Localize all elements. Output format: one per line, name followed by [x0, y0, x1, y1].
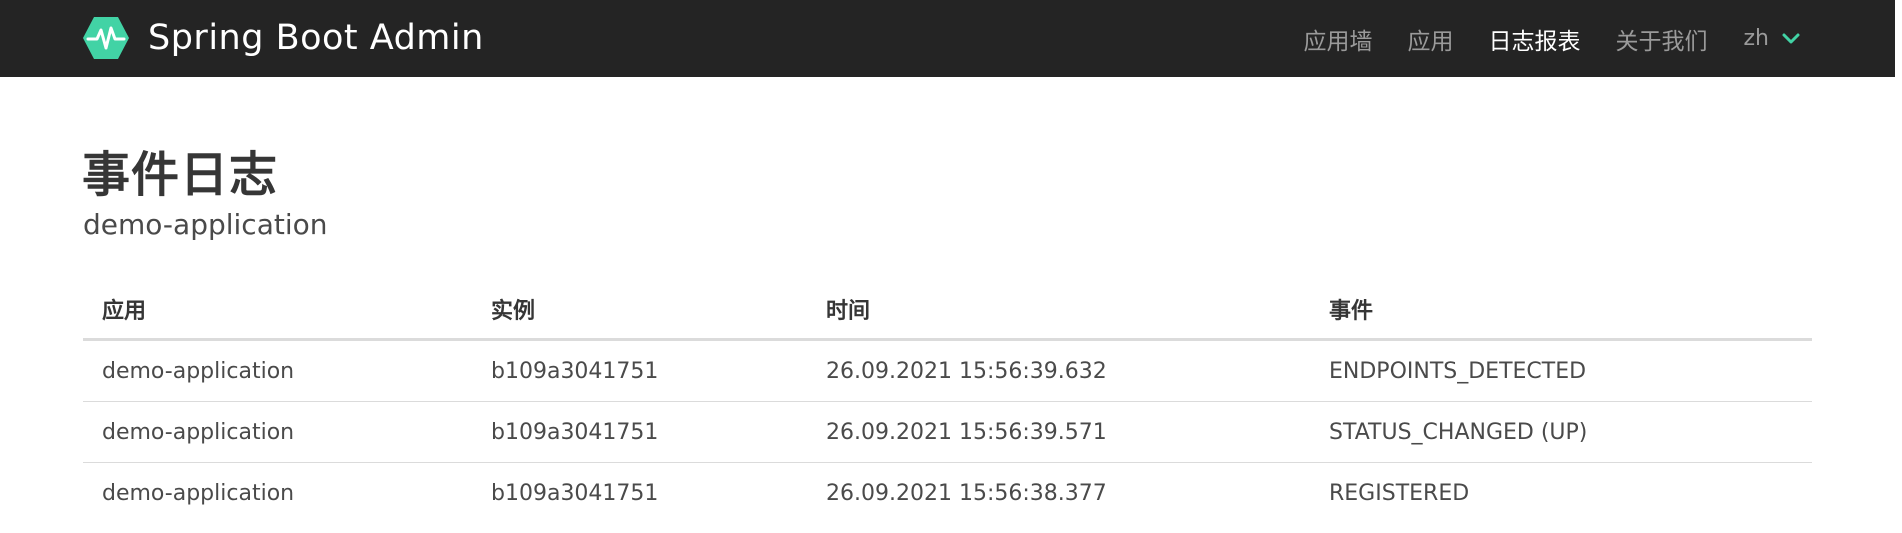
cell-application: demo-application	[102, 480, 295, 506]
navbar: Spring Boot Admin 应用墙 应用 日志报表 关于我们 zh	[0, 0, 1895, 77]
cell-time: 26.09.2021 15:56:38.377	[826, 480, 1107, 506]
column-header-time: 时间	[807, 280, 1310, 341]
table-row[interactable]: demo-application b109a3041751 26.09.2021…	[83, 339, 1812, 402]
column-header-event: 事件	[1310, 280, 1812, 341]
nav-item-journal[interactable]: 日志报表	[1489, 22, 1581, 56]
page: Spring Boot Admin 应用墙 应用 日志报表 关于我们 zh 事件…	[0, 0, 1902, 533]
brand-link[interactable]: Spring Boot Admin	[82, 15, 484, 61]
scrollbar-gutter	[1895, 0, 1902, 533]
nav-item-applications[interactable]: 应用	[1408, 22, 1454, 56]
cell-application: demo-application	[83, 339, 472, 402]
table-row[interactable]: demo-application b109a3041751 26.09.2021…	[83, 463, 1812, 524]
chevron-down-icon	[1782, 33, 1800, 43]
column-header-instance: 实例	[472, 280, 807, 341]
cell-instance: b109a3041751	[491, 480, 659, 506]
cell-application: demo-application	[83, 401, 472, 463]
brand-title: Spring Boot Admin	[148, 18, 484, 58]
language-value: zh	[1743, 26, 1770, 51]
table-row[interactable]: demo-application b109a3041751 26.09.2021…	[83, 401, 1812, 463]
cell-time: 26.09.2021 15:56:39.632	[807, 339, 1310, 402]
column-header-application: 应用	[83, 280, 472, 341]
nav-item-about[interactable]: 关于我们	[1616, 22, 1708, 56]
table-header-row: 应用 实例 时间 事件	[83, 280, 1812, 341]
cell-event: ENDPOINTS_DETECTED	[1310, 339, 1812, 402]
language-select[interactable]: zh	[1744, 26, 1802, 51]
heartbeat-hexagon-icon	[83, 17, 129, 59]
cell-event: REGISTERED	[1329, 480, 1470, 506]
nav-menu: 应用墙 应用 日志报表 关于我们 zh	[1269, 0, 1802, 77]
nav-item-wallboard[interactable]: 应用墙	[1304, 22, 1373, 56]
cell-event: STATUS_CHANGED (UP)	[1310, 401, 1812, 463]
events-table: 应用 实例 时间 事件 demo-application b109a304175…	[83, 280, 1812, 523]
page-subtitle: demo-application	[83, 208, 328, 241]
cell-instance: b109a3041751	[472, 339, 807, 402]
page-title: 事件日志	[82, 147, 279, 203]
cell-instance: b109a3041751	[472, 401, 807, 463]
cell-time: 26.09.2021 15:56:39.571	[807, 401, 1310, 463]
